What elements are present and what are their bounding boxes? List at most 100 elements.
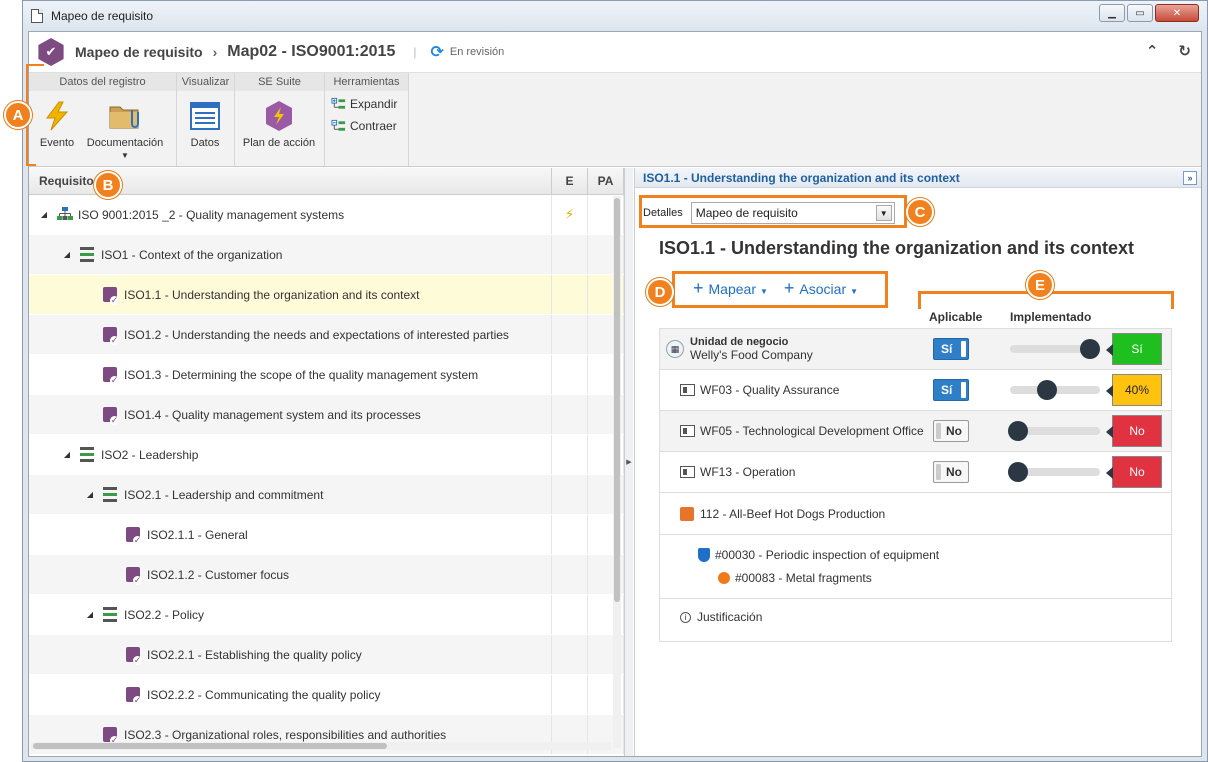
requirement-icon: [126, 527, 142, 545]
implemented-slider[interactable]: [1010, 380, 1100, 400]
tree-cell-name: ISO1.2 - Understanding the needs and exp…: [29, 315, 552, 354]
applicable-toggle[interactable]: Sí: [933, 379, 969, 401]
tree-row[interactable]: ◢ ISO 9001:2015 _2 - Quality management s…: [29, 195, 624, 235]
requirement-group-icon: [80, 247, 94, 262]
documentation-button[interactable]: Documentación ▼: [85, 95, 165, 162]
data-button[interactable]: Datos: [183, 95, 227, 162]
applicable-toggle[interactable]: No: [933, 461, 969, 483]
refresh-icon[interactable]: ↻: [1178, 42, 1191, 60]
collapse-up-icon[interactable]: ⌃: [1146, 42, 1159, 60]
panel-splitter[interactable]: ▶: [625, 168, 633, 756]
vertical-scrollbar[interactable]: [613, 196, 621, 748]
implemented-badge: No: [1106, 456, 1162, 488]
hazard-label[interactable]: #00083 - Metal fragments: [735, 571, 872, 585]
event-button[interactable]: Evento: [35, 95, 79, 162]
ribbon-group-tools: Herramientas Expandir Contraer: [325, 73, 409, 166]
department-card-icon: [680, 384, 695, 396]
implemented-badge: Sí: [1106, 333, 1162, 365]
expand-button[interactable]: Expandir: [331, 94, 402, 114]
tree-cell-name: ◢ ISO 9001:2015 _2 - Quality management s…: [29, 195, 552, 234]
callout-b: B: [94, 171, 122, 199]
tree-row[interactable]: ◢ ISO1 - Context of the organization: [29, 235, 624, 275]
tree-row[interactable]: ISO1.2 - Understanding the needs and exp…: [29, 315, 624, 355]
tree-row-label: ISO1.3 - Determining the scope of the qu…: [124, 367, 479, 382]
slider-knob[interactable]: [1008, 462, 1028, 482]
tree-cell-name: ISO1.4 - Quality management system and i…: [29, 395, 552, 434]
slider-knob[interactable]: [1008, 421, 1028, 441]
minimize-button[interactable]: ▁: [1099, 4, 1125, 22]
risk-label[interactable]: #00030 - Periodic inspection of equipmen…: [715, 548, 939, 562]
implemented-slider[interactable]: [1010, 339, 1100, 359]
action-plan-button[interactable]: Plan de acción: [241, 95, 317, 162]
ribbon-group-view: Visualizar Datos: [177, 73, 235, 166]
tree-cell-name: ISO2.1.1 - General: [29, 515, 552, 554]
column-implemented: Implementado: [1010, 310, 1092, 324]
tree-row[interactable]: ◢ ISO2.1 - Leadership and commitment: [29, 475, 624, 515]
requirement-title: ISO1.1 - Understanding the organization …: [659, 238, 1135, 258]
window-titlebar: Mapeo de requisito ▁ ▭ ✕: [23, 1, 1207, 31]
applicable-toggle[interactable]: Sí: [933, 338, 969, 360]
breadcrumb-app[interactable]: Mapeo de requisito: [75, 44, 203, 60]
tree-row[interactable]: ISO2.1.2 - Customer focus: [29, 555, 624, 595]
tree-row-label: ISO1 - Context of the organization: [101, 247, 283, 262]
tree-cell-name: ISO1.3 - Determining the scope of the qu…: [29, 355, 552, 394]
tree-row[interactable]: ISO1.1 - Understanding the organization …: [29, 275, 624, 315]
department-label: WF05 - Technological Development Office: [700, 424, 924, 438]
detail-panel-header: ISO1.1 - Understanding the organization …: [635, 168, 1201, 188]
ribbon-group-title: Visualizar: [177, 73, 234, 91]
tree-row[interactable]: ◢ ISO2.2 - Policy: [29, 595, 624, 635]
event-cell: [552, 595, 588, 634]
tree-cell-name: ISO1.1 - Understanding the organization …: [29, 275, 552, 314]
record-title: Map02 - ISO9001:2015: [227, 43, 396, 60]
maximize-button[interactable]: ▭: [1127, 4, 1153, 22]
expand-toggle-icon[interactable]: ◢: [62, 250, 72, 259]
justification-row[interactable]: i Justificación: [660, 599, 1171, 635]
process-row: 112 - All-Beef Hot Dogs Production: [660, 493, 1171, 535]
tree-row-label: ISO2.2 - Policy: [124, 607, 205, 622]
mapping-table: ▦ Unidad de negocio Welly's Food Company…: [659, 328, 1172, 642]
horizontal-scrollbar[interactable]: [31, 742, 611, 750]
applicable-toggle[interactable]: No: [933, 420, 969, 442]
tree-row-label: ISO2.1.1 - General: [147, 527, 248, 542]
tree-row[interactable]: ISO1.4 - Quality management system and i…: [29, 395, 624, 435]
tree-row[interactable]: ISO2.2.2 - Communicating the quality pol…: [29, 675, 624, 715]
tree-row[interactable]: ◢ ISO2 - Leadership: [29, 435, 624, 475]
ribbon-group-title: Datos del registro: [29, 73, 176, 91]
implemented-slider[interactable]: [1008, 421, 1100, 441]
column-pa[interactable]: PA: [588, 168, 624, 194]
expand-toggle-icon[interactable]: ◢: [85, 490, 95, 499]
slider-knob[interactable]: [1080, 339, 1100, 359]
callout-d: D: [646, 278, 674, 306]
ribbon-toolbar: Datos del registro Evento Documentación: [29, 72, 1201, 167]
process-icon: [680, 506, 694, 521]
event-cell: [552, 315, 588, 354]
close-button[interactable]: ✕: [1155, 4, 1199, 22]
tree-cell-name: ◢ ISO1 - Context of the organization: [29, 235, 552, 274]
slider-knob[interactable]: [1037, 380, 1057, 400]
lightning-icon: [40, 99, 74, 133]
requirement-icon: [103, 327, 119, 345]
expand-panel-icon[interactable]: »: [1183, 171, 1197, 185]
event-cell: [552, 435, 588, 474]
folder-clip-icon: [108, 99, 142, 133]
justification-label: Justificación: [697, 610, 763, 624]
expand-toggle-icon[interactable]: ◢: [85, 610, 95, 619]
callout-a: A: [4, 101, 32, 129]
business-unit-icon: ▦: [666, 340, 684, 358]
ribbon-group-record: Datos del registro Evento Documentación: [29, 73, 177, 166]
tree-row[interactable]: ISO2.2.1 - Establishing the quality poli…: [29, 635, 624, 675]
column-e[interactable]: E: [552, 168, 588, 194]
collapse-button[interactable]: Contraer: [331, 116, 402, 136]
tree-cell-name: ISO2.2.1 - Establishing the quality poli…: [29, 635, 552, 674]
callout-c-box: [639, 195, 907, 228]
tree-row[interactable]: ISO1.3 - Determining the scope of the qu…: [29, 355, 624, 395]
tree-row-label: ISO2.3 - Organizational roles, responsib…: [124, 727, 447, 742]
breadcrumb-separator: ›: [212, 44, 218, 60]
requirement-icon: [103, 407, 119, 425]
implemented-slider[interactable]: [1008, 462, 1100, 482]
expand-toggle-icon[interactable]: ◢: [62, 450, 72, 459]
process-label[interactable]: 112 - All-Beef Hot Dogs Production: [700, 507, 885, 521]
tree-cell-name: ◢ ISO2.2 - Policy: [29, 595, 552, 634]
expand-toggle-icon[interactable]: ◢: [39, 210, 49, 219]
tree-row[interactable]: ISO2.1.1 - General: [29, 515, 624, 555]
